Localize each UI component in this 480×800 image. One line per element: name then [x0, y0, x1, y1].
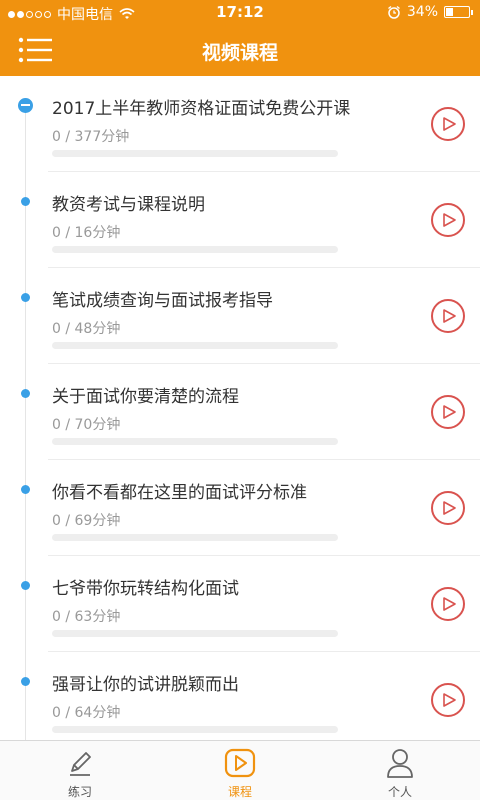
course-title: 你看不看都在这里的面试评分标准 [52, 483, 307, 503]
course-progress-text: 0 / 64分钟 [52, 705, 121, 721]
course-progress-text: 0 / 63分钟 [52, 609, 121, 625]
bottom-tab-bar: 练习 课程 个人 [0, 740, 480, 800]
play-triangle-icon [443, 405, 456, 419]
tab-profile[interactable]: 个人 [320, 741, 480, 800]
current-timeline-dot-icon [18, 98, 33, 113]
timeline-dot-icon [21, 197, 30, 206]
course-list-item[interactable]: 你看不看都在这里的面试评分标准 0 / 69分钟 [0, 460, 480, 556]
course-list: 2017上半年教师资格证面试免费公开课 0 / 377分钟教资考试与课程说明 0 /… [0, 76, 480, 740]
status-bar: 中国电信 17:12 34% [0, 0, 480, 26]
tab-profile-label: 个人 [387, 785, 412, 799]
page-title: 视频课程 [201, 42, 278, 64]
play-button[interactable] [431, 203, 465, 237]
battery-percent: 34% [406, 4, 438, 20]
play-triangle-icon [443, 213, 456, 227]
course-progress-bar [52, 534, 338, 541]
tab-practice-label: 练习 [67, 785, 92, 799]
course-list-item[interactable]: 强哥让你的试讲脱颖而出 0 / 64分钟 [0, 652, 480, 740]
course-title: 强哥让你的试讲脱颖而出 [52, 675, 239, 695]
status-right: 34% [387, 4, 473, 20]
play-button[interactable] [431, 299, 465, 333]
course-list-item[interactable]: 关于面试你要清楚的流程 0 / 70分钟 [0, 364, 480, 460]
navigation-bar: 视频课程 [0, 26, 480, 76]
course-progress-text: 0 / 16分钟 [52, 225, 121, 241]
timeline-dot-icon [21, 293, 30, 302]
timeline-dot-icon [21, 485, 30, 494]
course-progress-bar [52, 342, 338, 349]
battery-icon [444, 6, 473, 18]
play-button[interactable] [431, 395, 465, 429]
play-button[interactable] [431, 683, 465, 717]
course-title: 七爷带你玩转结构化面试 [52, 579, 239, 599]
course-title: 关于面试你要清楚的流程 [52, 387, 239, 407]
timeline-dot-icon [21, 677, 30, 686]
course-progress-bar [52, 630, 338, 637]
course-title: 笔试成绩查询与面试报考指导 [52, 291, 273, 311]
course-progress-bar [52, 438, 338, 445]
course-list-item[interactable]: 笔试成绩查询与面试报考指导 0 / 48分钟 [0, 268, 480, 364]
play-triangle-icon [443, 501, 456, 515]
course-progress-bar [52, 726, 338, 733]
course-progress-bar [52, 246, 338, 253]
play-button[interactable] [431, 587, 465, 621]
course-list-item[interactable]: 教资考试与课程说明 0 / 16分钟 [0, 172, 480, 268]
play-triangle-icon [443, 693, 456, 707]
course-progress-text: 0 / 377分钟 [52, 129, 130, 145]
timeline-dot-icon [21, 389, 30, 398]
app-header: 中国电信 17:12 34% 视频课程 [0, 0, 480, 76]
timeline-dot-icon [21, 581, 30, 590]
play-triangle-icon [443, 117, 456, 131]
play-triangle-icon [443, 597, 456, 611]
tab-courses[interactable]: 课程 [160, 741, 320, 800]
play-triangle-icon [443, 309, 456, 323]
course-progress-bar [52, 150, 338, 157]
play-button[interactable] [431, 107, 465, 141]
person-icon [387, 749, 413, 778]
pencil-icon [70, 752, 91, 776]
course-list-item[interactable]: 七爷带你玩转结构化面试 0 / 63分钟 [0, 556, 480, 652]
play-button[interactable] [431, 491, 465, 525]
course-progress-text: 0 / 48分钟 [52, 321, 121, 337]
alarm-clock-icon [387, 5, 400, 19]
tab-courses-label: 课程 [227, 785, 252, 799]
tab-practice[interactable]: 练习 [0, 741, 160, 800]
play-icon [224, 748, 256, 778]
course-title: 2017上半年教师资格证面试免费公开课 [52, 99, 351, 119]
course-title: 教资考试与课程说明 [52, 195, 205, 215]
course-progress-text: 0 / 69分钟 [52, 513, 121, 529]
course-progress-text: 0 / 70分钟 [52, 417, 121, 433]
course-list-item[interactable]: 2017上半年教师资格证面试免费公开课 0 / 377分钟 [0, 76, 480, 172]
